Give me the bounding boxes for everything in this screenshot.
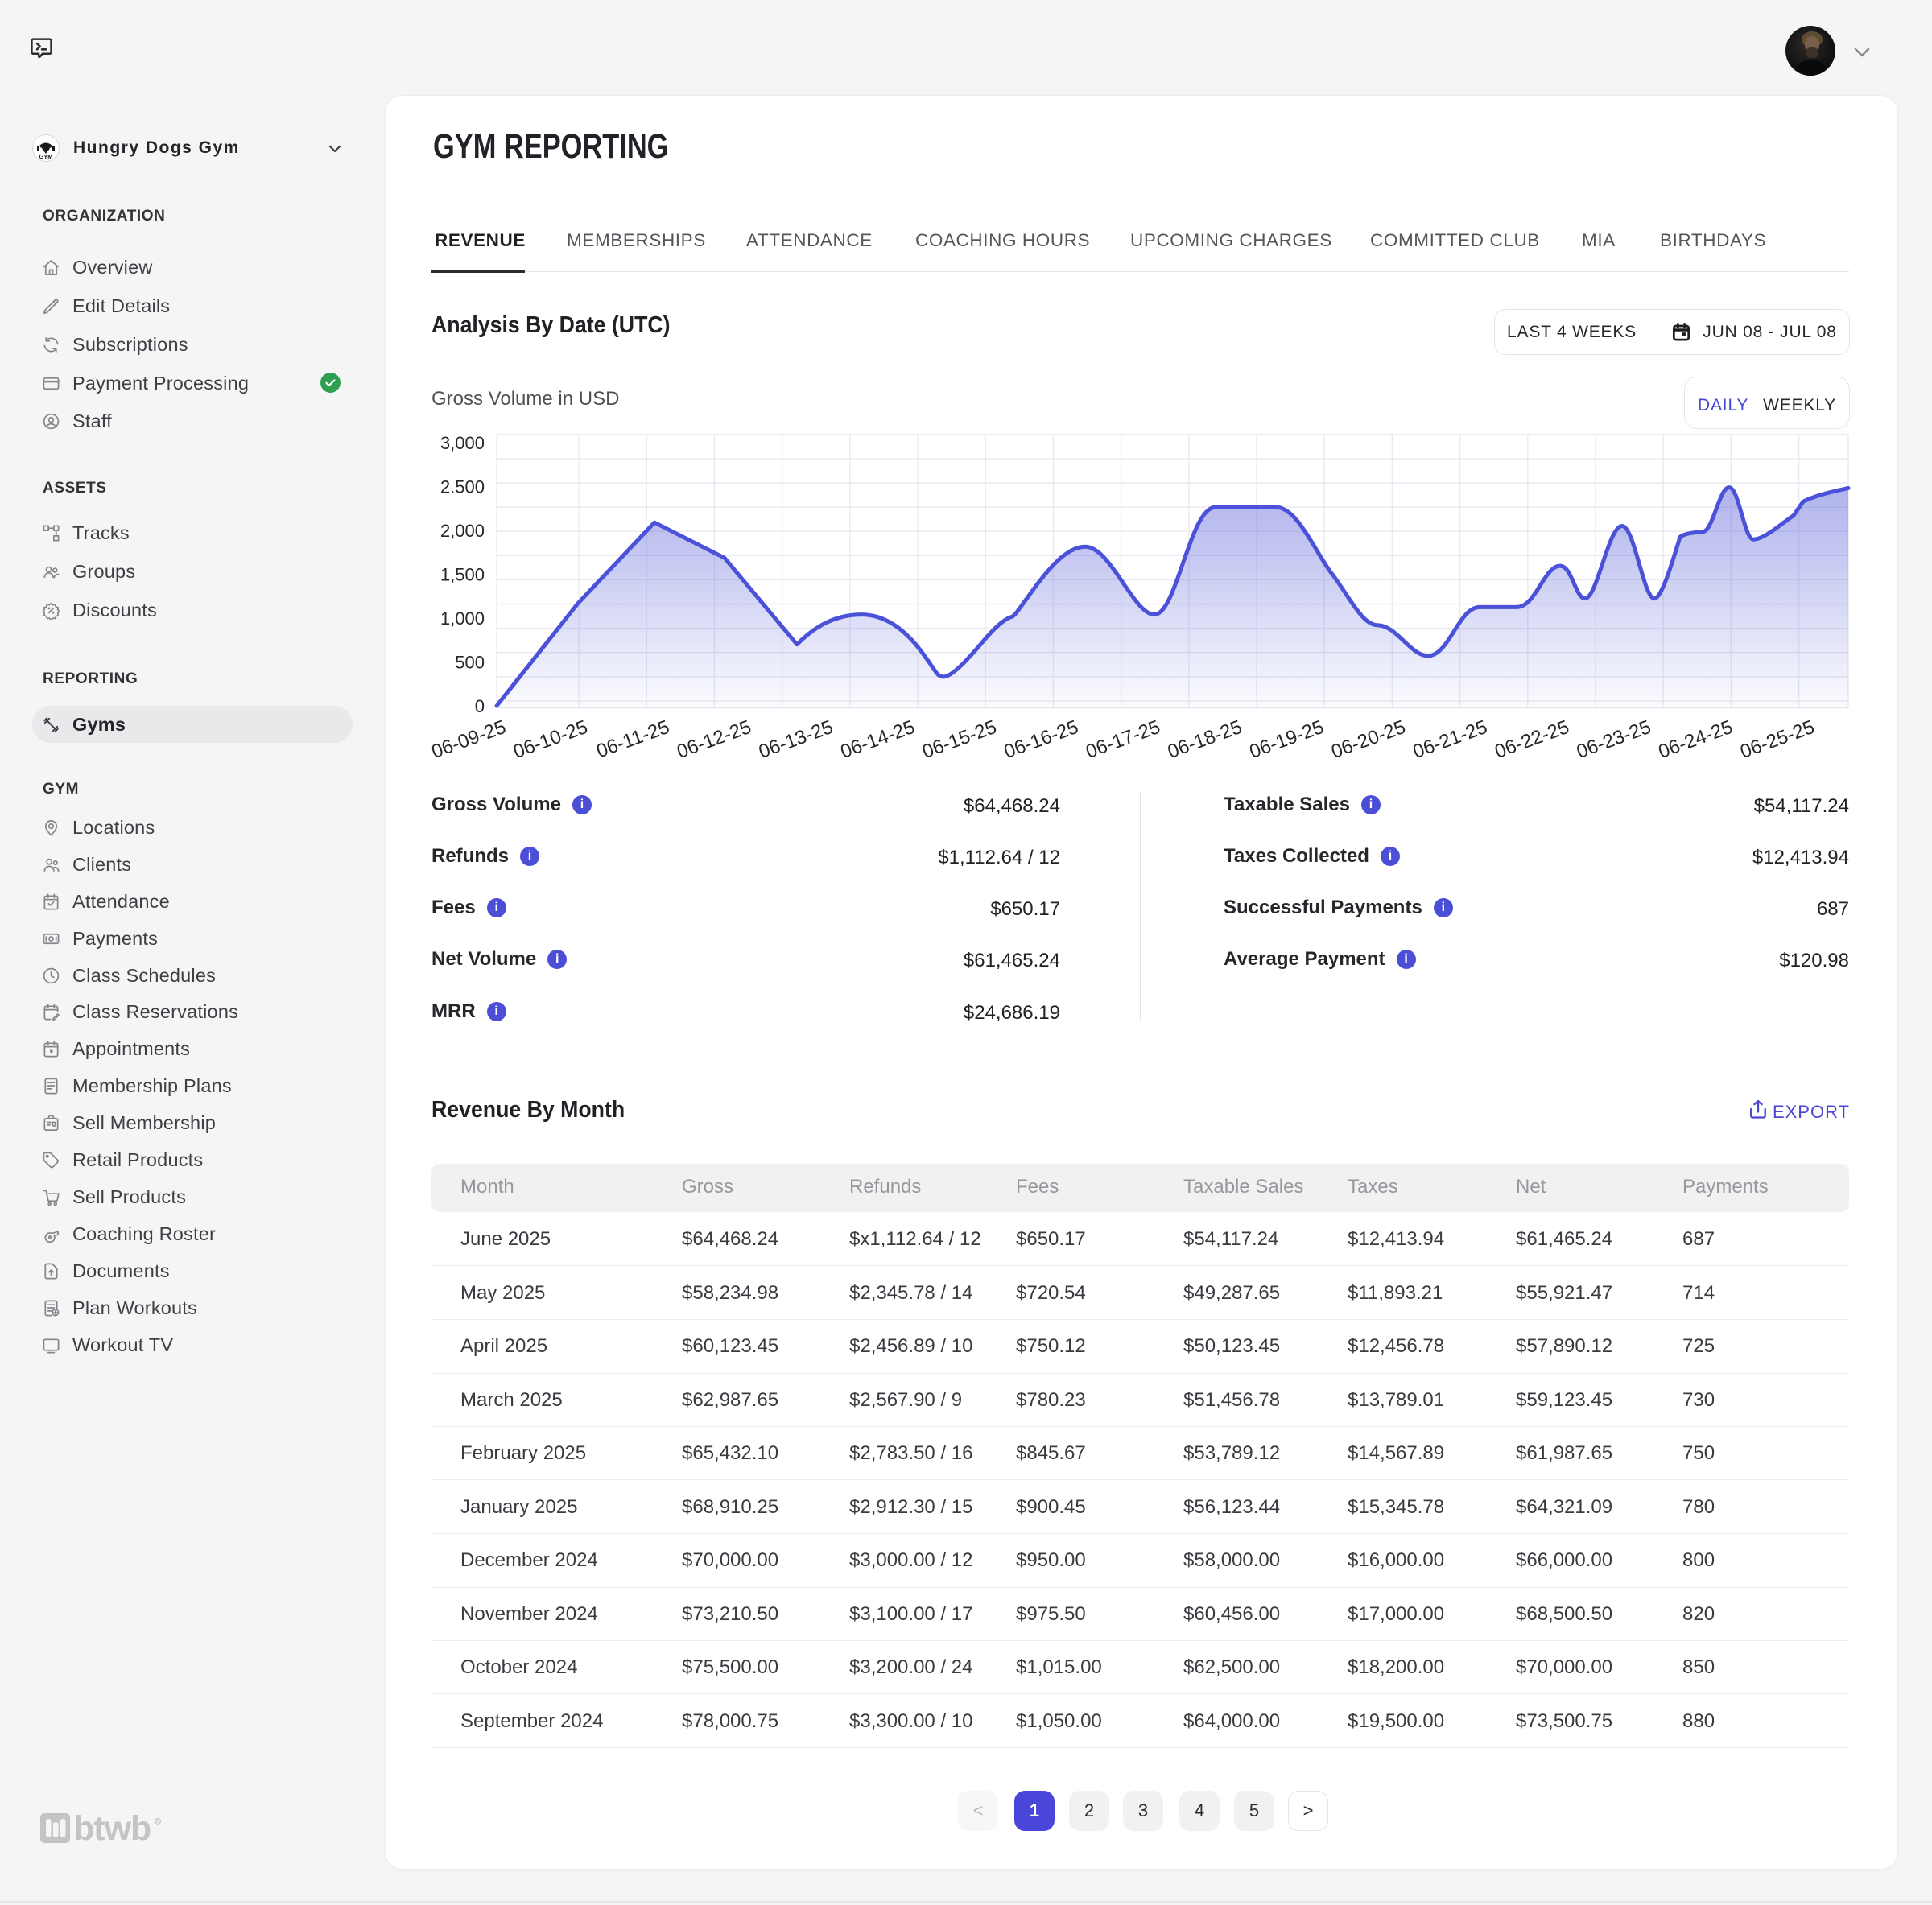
svg-text:btwb: btwb xyxy=(73,1813,151,1844)
svg-text:R: R xyxy=(155,1818,160,1825)
svg-text:06-09-25: 06-09-25 xyxy=(429,716,510,763)
svg-text:06-21-25: 06-21-25 xyxy=(1410,716,1491,763)
svg-text:500: 500 xyxy=(455,653,485,673)
svg-text:06-14-25: 06-14-25 xyxy=(838,716,919,763)
svg-text:1,500: 1,500 xyxy=(440,565,485,585)
svg-text:06-20-25: 06-20-25 xyxy=(1328,716,1409,763)
svg-text:06-13-25: 06-13-25 xyxy=(756,716,836,763)
svg-text:06-12-25: 06-12-25 xyxy=(674,716,754,763)
svg-text:06-16-25: 06-16-25 xyxy=(1001,716,1082,763)
svg-text:06-11-25: 06-11-25 xyxy=(593,716,672,763)
svg-text:06-22-25: 06-22-25 xyxy=(1492,716,1572,763)
svg-text:06-17-25: 06-17-25 xyxy=(1083,716,1163,763)
svg-text:06-19-25: 06-19-25 xyxy=(1247,716,1327,763)
svg-text:06-25-25: 06-25-25 xyxy=(1737,716,1818,763)
svg-text:06-23-25: 06-23-25 xyxy=(1574,716,1654,763)
svg-text:1,000: 1,000 xyxy=(440,608,485,629)
svg-text:0: 0 xyxy=(475,696,485,716)
svg-text:06-24-25: 06-24-25 xyxy=(1656,716,1736,763)
svg-text:3,000: 3,000 xyxy=(440,433,485,453)
svg-text:2,000: 2,000 xyxy=(440,521,485,541)
svg-text:GYM: GYM xyxy=(39,153,52,160)
svg-text:06-18-25: 06-18-25 xyxy=(1165,716,1245,763)
svg-text:06-10-25: 06-10-25 xyxy=(510,716,591,763)
svg-text:2.500: 2.500 xyxy=(440,477,485,497)
svg-text:06-15-25: 06-15-25 xyxy=(919,716,1000,763)
